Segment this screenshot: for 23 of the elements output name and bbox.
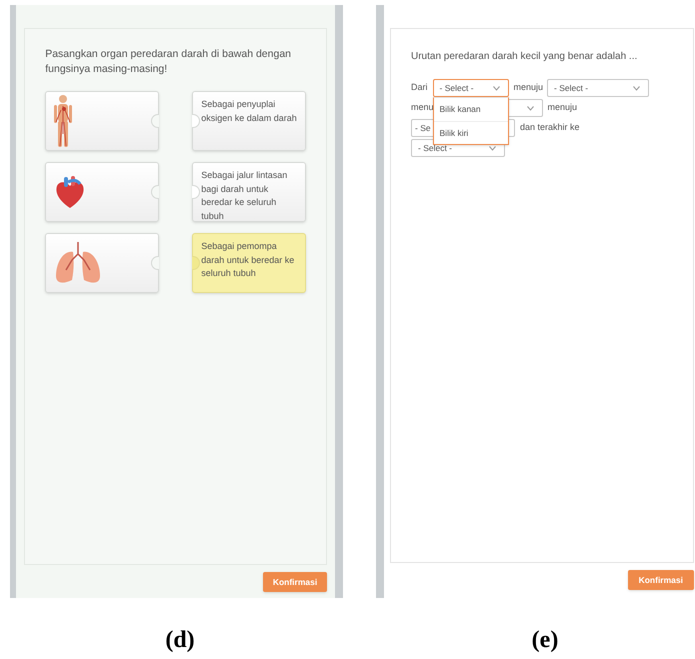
figure-caption: (e) [532, 626, 558, 655]
select-field[interactable]: - Select - [547, 79, 650, 97]
dropdown-option[interactable]: Bilik kanan [434, 98, 508, 121]
question-text: Pasangkan organ peredaran darah di bawah dengan fungsinya masing-masing! [45, 47, 292, 77]
organ-card[interactable] [45, 233, 160, 293]
answer-card[interactable]: Sebagai pemompa darah untuk beredar ke seluruh tubuh [192, 233, 306, 293]
organ-card[interactable] [45, 162, 160, 222]
circulatory-system-drawing [52, 94, 74, 148]
field-label: menuju [548, 101, 578, 114]
select-field[interactable]: - Select - [432, 79, 509, 97]
question-text: Urutan peredaran darah kecil yang benar adalah ... [411, 50, 638, 64]
field-label: dan terakhir ke [520, 121, 580, 134]
field-label: menu [411, 101, 434, 114]
chevron-down-icon [489, 146, 496, 151]
answer-card[interactable]: Sebagai penyuplai oksigen ke dalam darah [192, 91, 306, 151]
chevron-down-icon [526, 106, 534, 111]
figure-caption: (d) [165, 626, 195, 655]
field-label: menuju [514, 81, 544, 94]
chevron-down-icon [492, 86, 500, 91]
field-label: Dari [411, 81, 428, 94]
organ-card[interactable] [45, 91, 160, 151]
answer-card[interactable]: Sebagai jalur lintasan bagi darah untuk beredar ke seluruh tubuh [192, 162, 306, 222]
chevron-down-icon [633, 86, 640, 91]
